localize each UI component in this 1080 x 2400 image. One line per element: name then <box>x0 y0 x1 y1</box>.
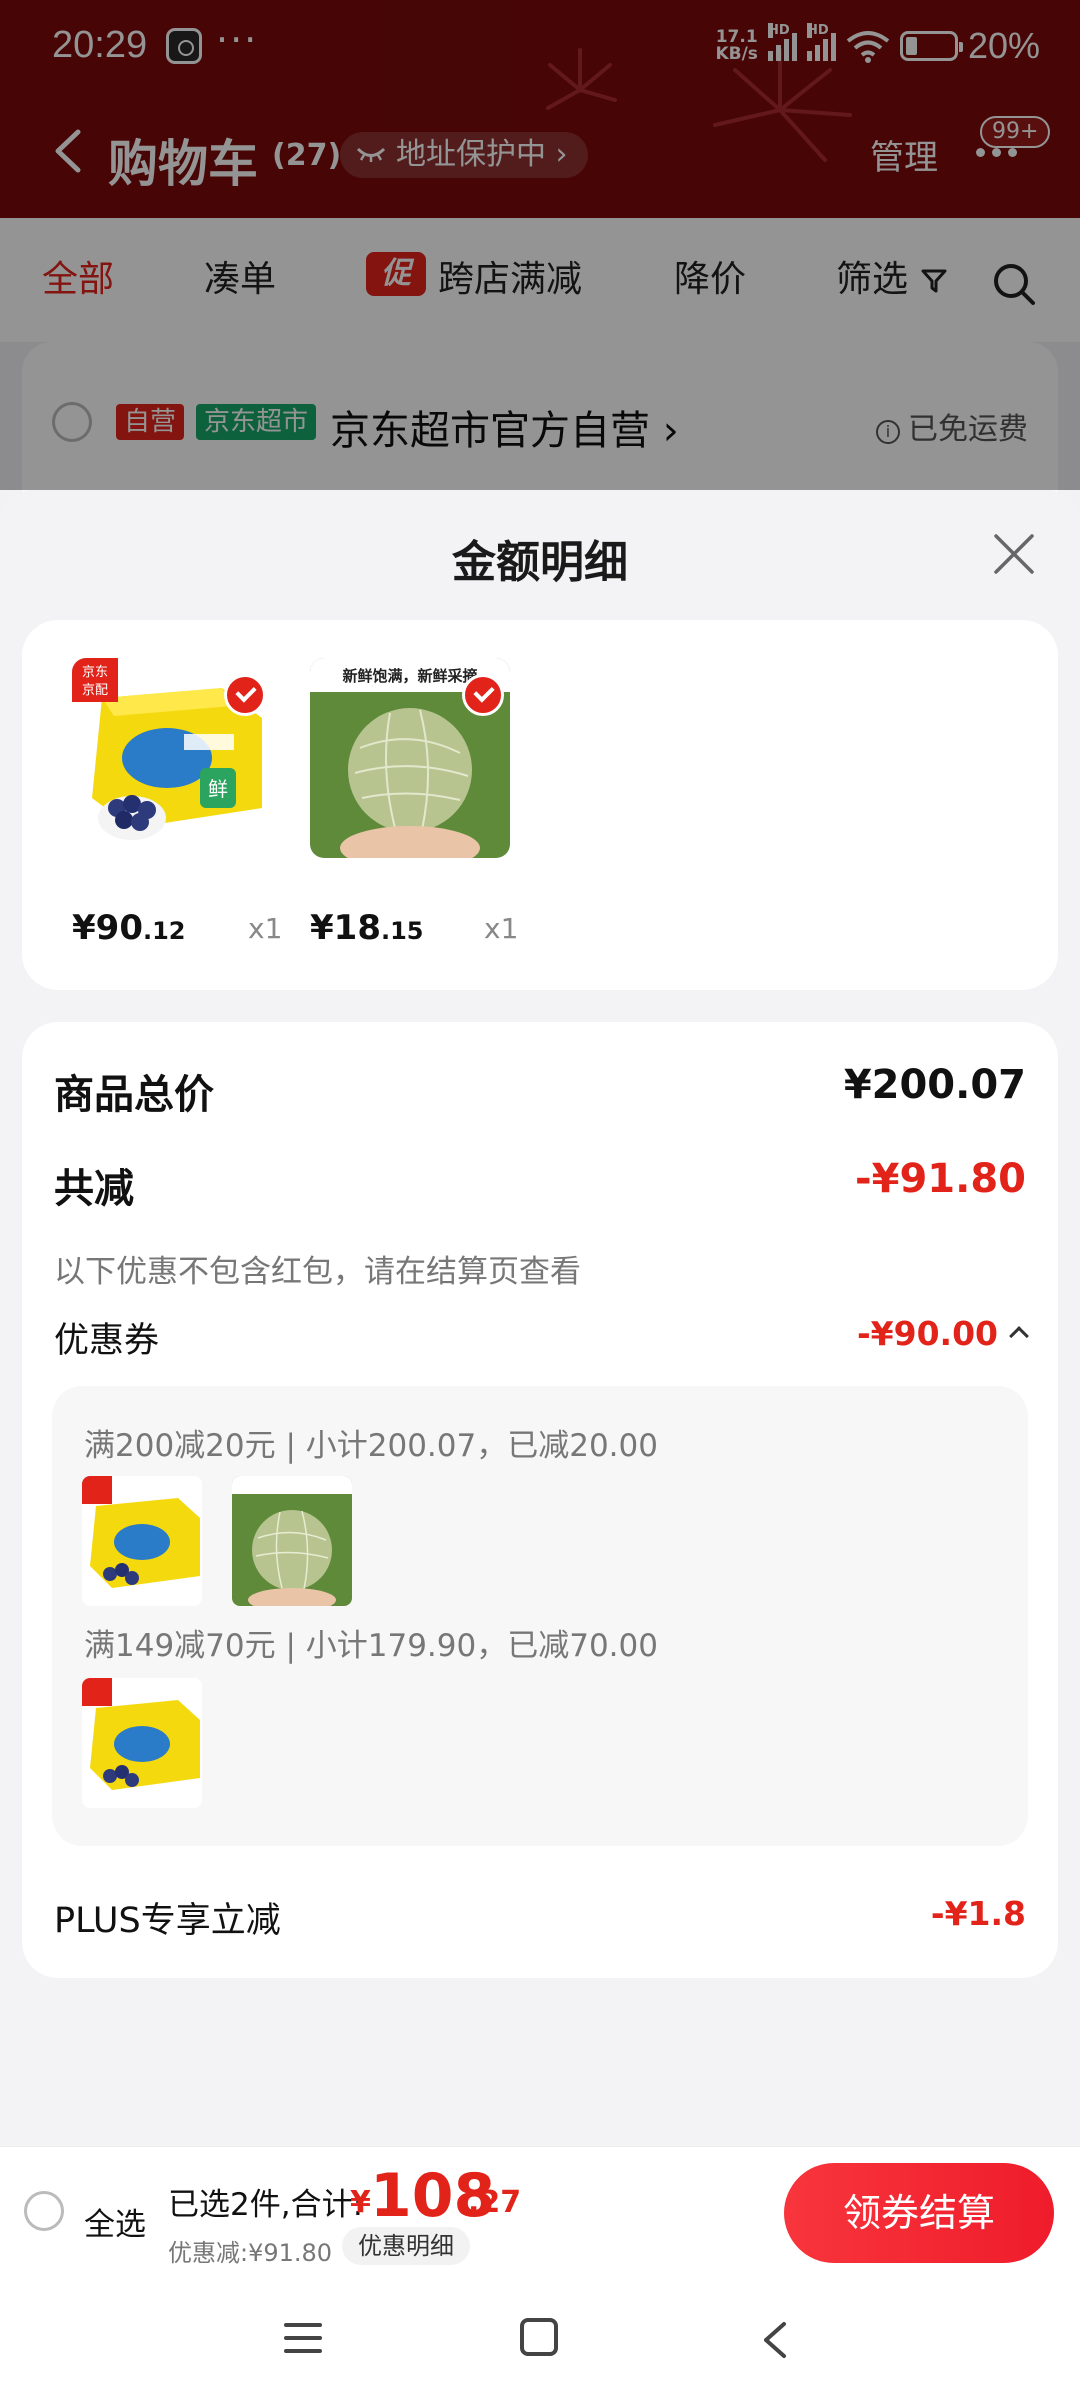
selected-check-icon <box>224 674 266 716</box>
svg-text:京东: 京东 <box>82 665 108 680</box>
total-currency: ¥ <box>350 2185 371 2220</box>
blueberry-box-char: 鲜 <box>208 777 228 801</box>
reduction-label: 共减 <box>54 1166 134 1212</box>
melon-banner-text: 新鲜饱满，新鲜采摘 <box>342 667 477 685</box>
chevron-up-icon <box>1009 1326 1029 1346</box>
coupon-rule-1: 满200减20元 | 小计200.07，已减20.00 <box>84 1428 658 1464</box>
discount-detail-button[interactable]: 优惠明细 <box>342 2227 470 2265</box>
product-1-price-int: ¥90 <box>72 908 143 948</box>
price-detail-card: 商品总价 ¥200.07 共减 -¥91.80 以下优惠不包含红包，请在结算页查… <box>22 1022 1058 1978</box>
select-all-radio[interactable] <box>24 2191 64 2231</box>
coupon-rule-2: 满149减70元 | 小计179.90，已减70.00 <box>84 1628 658 1664</box>
total-price-label: 商品总价 <box>54 1072 214 1118</box>
coupon-detail-box: 满200减20元 | 小计200.07，已减20.00 满149减70元 | 小… <box>52 1386 1028 1846</box>
product-2-price-dec: .15 <box>380 917 424 945</box>
close-icon[interactable] <box>992 532 1036 576</box>
plus-discount-value: -¥1.8 <box>930 1894 1026 1933</box>
selected-check-icon <box>462 674 504 716</box>
product-1-price: ¥90.12 <box>72 908 186 948</box>
coupon-toggle[interactable]: -¥90.00 <box>856 1314 1029 1353</box>
blueberry-thumbnail <box>82 1678 202 1808</box>
sheet-title: 金额明细 <box>452 537 628 588</box>
checkout-button[interactable]: 领券结算 <box>784 2163 1054 2263</box>
checkout-bar: 全选 已选2件,合计: ¥ 108 .27 优惠减:¥91.80 优惠明细 领券… <box>0 2146 1080 2276</box>
plus-discount-label: PLUS专享立减 <box>54 1901 281 1941</box>
coupon-value: -¥90.00 <box>856 1314 998 1353</box>
product-1-qty: x1 <box>248 912 283 945</box>
product-2-qty: x1 <box>484 912 519 945</box>
recent-apps-icon[interactable] <box>284 2320 322 2356</box>
blueberry-thumbnail <box>82 1476 202 1606</box>
home-icon[interactable] <box>520 2318 558 2356</box>
selected-products-card: 鲜 京东 京配 ¥90.12 x1 新鲜饱满，新鲜采摘 ¥18.15 x1 <box>22 620 1058 990</box>
dim-overlay[interactable] <box>0 0 1080 490</box>
reduction-value: -¥91.80 <box>855 1156 1026 1202</box>
amount-detail-sheet: 金额明细 鲜 京东 京配 ¥90.12 x1 新鲜饱满，新鲜采摘 ¥18.15 … <box>0 490 1080 2146</box>
select-all-label[interactable]: 全选 <box>84 2199 146 2244</box>
selected-summary: 已选2件,合计: <box>168 2187 364 2223</box>
total-price-value: ¥200.07 <box>843 1062 1026 1108</box>
total-amount-decimal: .27 <box>468 2185 522 2220</box>
discount-summary: 优惠减:¥91.80 <box>168 2239 333 2267</box>
system-back-icon[interactable] <box>760 2320 790 2360</box>
system-nav-bar <box>0 2276 1080 2400</box>
svg-text:京配: 京配 <box>82 683 108 698</box>
reduction-note: 以下优惠不包含红包，请在结算页查看 <box>54 1254 581 1290</box>
coupon-label: 优惠券 <box>54 1321 160 1361</box>
product-melon[interactable]: 新鲜饱满，新鲜采摘 <box>310 658 510 868</box>
product-2-price-int: ¥18 <box>310 908 381 948</box>
product-blueberry[interactable]: 鲜 京东 京配 <box>72 658 272 868</box>
melon-thumbnail <box>232 1476 352 1606</box>
product-2-price: ¥18.15 <box>310 908 424 948</box>
product-1-price-dec: .12 <box>142 917 186 945</box>
